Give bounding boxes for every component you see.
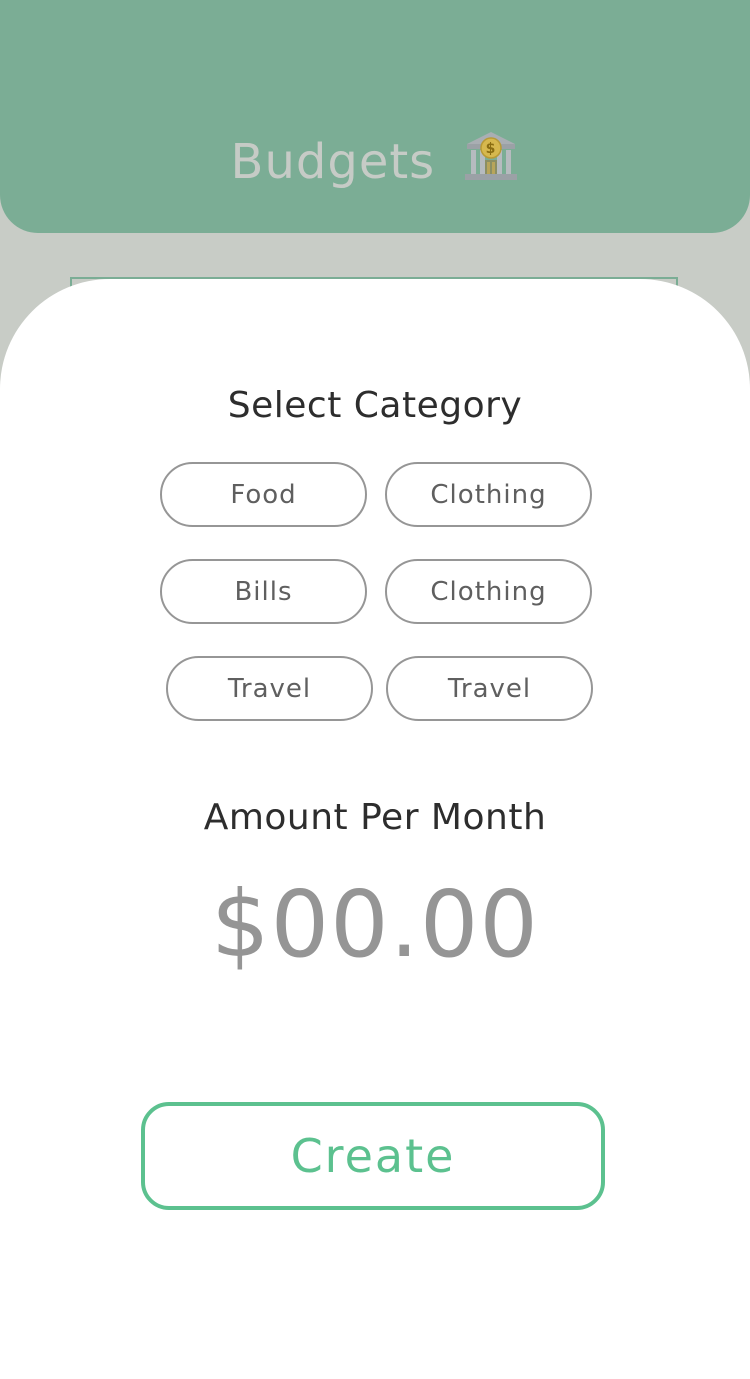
page-title-row: Budgets $ (0, 128, 750, 200)
category-chip-travel-2[interactable]: Travel (386, 656, 593, 721)
amount-input[interactable]: $00.00 (0, 875, 750, 975)
header: Budgets $ (0, 0, 750, 233)
category-chip-clothing-2[interactable]: Clothing (385, 559, 592, 624)
category-chip-bills[interactable]: Bills (160, 559, 367, 624)
svg-text:$: $ (486, 141, 497, 157)
category-chip-clothing[interactable]: Clothing (385, 462, 592, 527)
page-title: Budgets (230, 134, 436, 190)
bank-icon: $ (463, 128, 519, 200)
amount-per-month-label: Amount Per Month (203, 797, 547, 838)
select-category-label: Select Category (227, 385, 523, 426)
category-chip-food[interactable]: Food (160, 462, 367, 527)
create-budget-sheet: Select Category Food Clothing Bills Clot… (0, 279, 750, 1379)
create-button[interactable]: Create (141, 1102, 605, 1210)
category-chip-travel[interactable]: Travel (166, 656, 373, 721)
